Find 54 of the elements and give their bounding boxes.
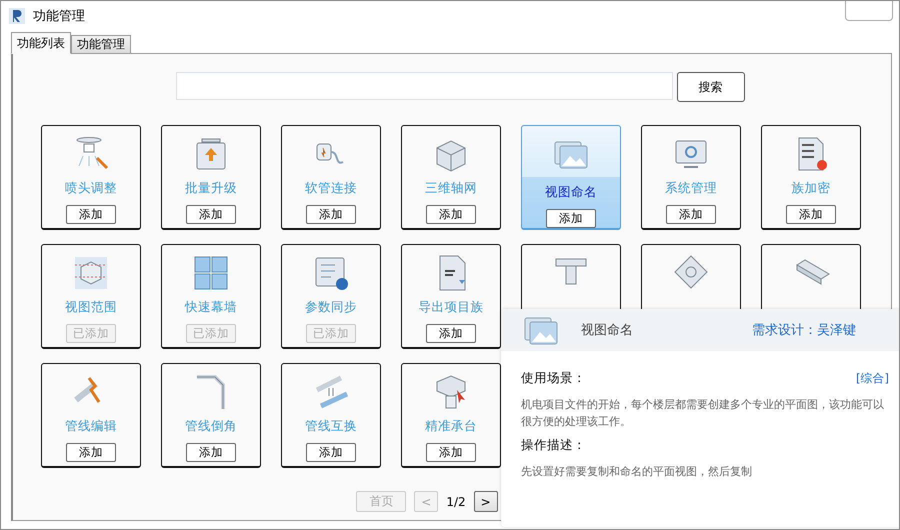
add-button[interactable]: 添加 — [426, 324, 476, 343]
feature-card[interactable]: 三维轴网 添加 — [401, 125, 501, 230]
add-button[interactable]: 添加 — [306, 443, 356, 462]
feature-card[interactable]: 族加密 添加 — [761, 125, 861, 230]
search-field[interactable] — [176, 72, 672, 100]
feature-card[interactable]: 喷头调整 添加 — [41, 125, 141, 230]
feature-card[interactable]: 系统管理 添加 — [641, 125, 741, 230]
feature-label: 软管连接 — [305, 180, 357, 197]
feature-label: 三维轴网 — [425, 180, 477, 197]
tab[interactable]: 功能列表 — [11, 32, 71, 54]
window-title: 功能管理 — [33, 8, 85, 25]
feature-label: 管线编辑 — [65, 418, 117, 435]
tab[interactable]: 功能管理 — [71, 35, 131, 54]
feature-card[interactable]: 管线编辑 添加 — [41, 363, 141, 468]
category-link[interactable]: [综合] — [856, 371, 889, 386]
section-text: 先设置好需要复制和命名的平面视图，然后复制 — [521, 464, 753, 480]
search-button[interactable]: 搜索 — [676, 72, 744, 102]
designer-label: 需求设计：吴泽键 — [752, 322, 856, 339]
section-text: 机电项目文件的开始，每个楼层都需要创建多个专业的平面图，该功能可以很方便的处理该工作。 — [521, 397, 885, 430]
feature-card[interactable]: 管线互换 添加 — [281, 363, 381, 468]
add-button[interactable]: 添加 — [426, 205, 476, 224]
add-button[interactable]: 添加 — [786, 205, 836, 224]
add-button[interactable]: 添加 — [306, 205, 356, 224]
add-button[interactable]: 添加 — [426, 443, 476, 462]
feature-card[interactable]: 软管连接 添加 — [281, 125, 381, 230]
add-button[interactable]: 添加 — [186, 205, 236, 224]
feature-label: 系统管理 — [665, 180, 717, 197]
feature-label: 管线倒角 — [185, 418, 237, 435]
feature-label: 参数同步 — [305, 299, 357, 316]
next-page-button[interactable]: > — [474, 491, 498, 512]
feature-card[interactable]: 视图命名 添加 — [521, 125, 621, 230]
feature-card[interactable]: 导出项目族 添加 — [401, 244, 501, 349]
feature-label: 喷头调整 — [65, 180, 117, 197]
page-indicator: 1/2 — [446, 494, 466, 508]
feature-label: 导出项目族 — [418, 299, 484, 316]
feature-label: 族加密 — [792, 180, 830, 197]
add-button[interactable]: 添加 — [186, 443, 236, 462]
feature-card[interactable]: 批量升级 添加 — [161, 125, 261, 230]
feature-card[interactable]: 管线倒角 添加 — [161, 363, 261, 468]
section-heading: 使用场景： — [521, 370, 586, 387]
popup-title: 视图命名 — [581, 322, 633, 339]
app-logo-icon — [9, 8, 25, 24]
feature-label: 管线互换 — [305, 418, 357, 435]
feature-label: 视图命名 — [545, 184, 597, 201]
feature-label: 精准承台 — [425, 418, 477, 435]
feature-label: 批量升级 — [185, 180, 237, 197]
add-button[interactable]: 添加 — [66, 443, 116, 462]
feature-label: 视图范围 — [65, 299, 117, 316]
section-heading: 操作描述： — [521, 437, 586, 454]
add-button[interactable]: 添加 — [546, 209, 596, 228]
feature-label: 快速幕墙 — [185, 299, 237, 316]
add-button[interactable]: 添加 — [666, 205, 716, 224]
feature-card[interactable]: 精准承台 添加 — [401, 363, 501, 468]
add-button[interactable]: 添加 — [66, 205, 116, 224]
